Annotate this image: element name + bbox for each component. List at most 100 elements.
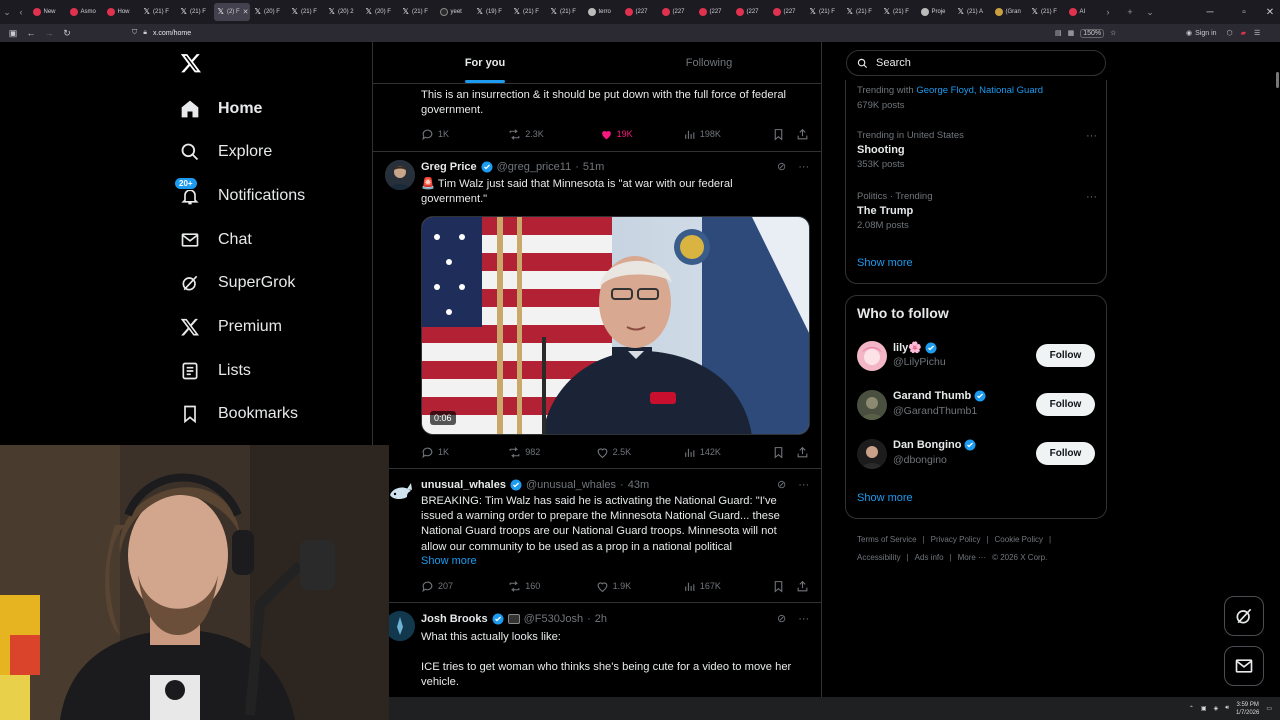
sidebar-item-premium[interactable]: Premium bbox=[178, 312, 282, 342]
follow-suggestion[interactable]: Garand Thumb @GarandThumb1 Follow bbox=[857, 388, 1097, 422]
avatar[interactable] bbox=[385, 477, 415, 507]
author-handle[interactable]: @F530Josh bbox=[524, 613, 583, 625]
browser-tab[interactable]: 𝕏 (21) F bbox=[1028, 3, 1064, 21]
more-options-icon[interactable]: ··· bbox=[798, 161, 809, 173]
trend-more-options-icon[interactable]: ··· bbox=[1086, 130, 1097, 142]
search-input[interactable]: Search bbox=[846, 50, 1106, 76]
trend-item[interactable]: Politics · Trending The Trump 2.08M post… bbox=[857, 191, 1097, 235]
tray-chevron-icon[interactable]: ⌃ bbox=[1189, 705, 1194, 712]
clock[interactable]: 3:59 PM 1/7/2026 bbox=[1236, 701, 1259, 717]
sidebar-item-chat[interactable]: Chat bbox=[178, 225, 252, 255]
post-time[interactable]: 2h bbox=[595, 613, 607, 625]
more-link[interactable]: More ··· bbox=[958, 553, 986, 562]
browser-tab[interactable]: 𝕏 (20) 2 bbox=[325, 3, 361, 21]
browser-tab[interactable]: 𝕏 (21) F bbox=[177, 3, 213, 21]
browser-tab[interactable]: Asmo bbox=[66, 3, 102, 21]
avatar[interactable] bbox=[857, 439, 887, 469]
browser-tab[interactable]: 𝕏 (21) F bbox=[880, 3, 916, 21]
url-text[interactable]: x.com/home bbox=[153, 30, 191, 37]
browser-tab[interactable]: (227 bbox=[769, 3, 805, 21]
repost-button[interactable]: 160 bbox=[508, 580, 595, 593]
post-time[interactable]: 51m bbox=[583, 161, 604, 173]
tab-following[interactable]: Following bbox=[597, 42, 821, 83]
share-button[interactable] bbox=[796, 446, 809, 459]
grok-icon[interactable]: ⊘ bbox=[777, 478, 786, 491]
reply-button[interactable]: 1K bbox=[421, 128, 508, 141]
post-author[interactable]: Greg Price @greg_price11 · 51m bbox=[421, 160, 604, 174]
grok-icon[interactable]: ⊘ bbox=[777, 612, 786, 625]
show-more-link[interactable]: Show more bbox=[421, 555, 477, 567]
browser-tab[interactable]: How bbox=[103, 3, 139, 21]
minimize-window-icon[interactable]: ─ bbox=[1196, 0, 1224, 24]
extensions-icon[interactable]: ⬡ bbox=[1227, 29, 1233, 37]
more-options-icon[interactable]: ··· bbox=[798, 479, 809, 491]
video-player[interactable]: 0:06 bbox=[421, 216, 810, 435]
cookie-link[interactable]: Cookie Policy bbox=[995, 535, 1043, 544]
ads-info-link[interactable]: Ads info bbox=[915, 553, 944, 562]
browser-tab[interactable]: 𝕏 (21) A bbox=[954, 3, 990, 21]
lock-icon[interactable]: 🔒︎ bbox=[143, 29, 147, 37]
sidebar-item-explore[interactable]: Explore bbox=[178, 137, 272, 167]
trends-show-more-link[interactable]: Show more bbox=[857, 257, 913, 269]
url-bar[interactable]: ⛉ 🔒︎ x.com/home bbox=[132, 27, 1124, 39]
sidebar-item-notifications[interactable]: 20+ Notifications bbox=[174, 177, 305, 211]
browser-tab[interactable]: 𝕏 (21) F bbox=[399, 3, 435, 21]
browser-tab[interactable]: (227 bbox=[695, 3, 731, 21]
sidebar-item-bookmarks[interactable]: Bookmarks bbox=[178, 399, 298, 429]
views-button[interactable]: 142K bbox=[683, 446, 772, 459]
like-button[interactable]: 2.5K bbox=[596, 446, 683, 459]
trend-item[interactable]: Trending in United States Shooting 353K … bbox=[857, 130, 1097, 174]
zoom-level[interactable]: 150% bbox=[1080, 28, 1105, 38]
network-icon[interactable]: ◈ bbox=[1214, 705, 1219, 712]
privacy-link[interactable]: Privacy Policy bbox=[931, 535, 981, 544]
accessibility-link[interactable]: Accessibility bbox=[857, 553, 901, 562]
back-icon[interactable]: ← bbox=[22, 24, 40, 42]
bookmark-button[interactable] bbox=[772, 128, 796, 141]
browser-tab[interactable]: yeet bbox=[436, 3, 472, 21]
author-handle[interactable]: @unusual_whales bbox=[526, 479, 616, 491]
star-bookmark-icon[interactable]: ☆ bbox=[1110, 29, 1116, 37]
browser-tab[interactable]: terro bbox=[584, 3, 620, 21]
sidebar-item-lists[interactable]: Lists bbox=[178, 356, 251, 386]
browser-tab[interactable]: (227 bbox=[732, 3, 768, 21]
browser-tab[interactable]: 𝕏 (21) F bbox=[806, 3, 842, 21]
sidebar-item-supergrok[interactable]: SuperGrok bbox=[178, 268, 295, 298]
browser-tab[interactable]: Proje bbox=[917, 3, 953, 21]
tab-for-you[interactable]: For you bbox=[373, 42, 597, 83]
avatar[interactable] bbox=[385, 160, 415, 190]
post-author[interactable]: unusual_whales @unusual_whales · 43m bbox=[421, 478, 649, 492]
more-options-icon[interactable]: ··· bbox=[798, 613, 809, 625]
forward-icon[interactable]: → bbox=[40, 24, 58, 42]
follow-button[interactable]: Follow bbox=[1036, 344, 1095, 367]
extension-badge-icon[interactable]: ▰ bbox=[1241, 29, 1246, 37]
bookmark-button[interactable] bbox=[772, 446, 796, 459]
reply-button[interactable]: 207 bbox=[421, 580, 508, 593]
close-window-icon[interactable]: ✕ bbox=[1256, 0, 1280, 24]
author-handle[interactable]: @greg_price11 bbox=[497, 161, 572, 173]
post-time[interactable]: 43m bbox=[628, 479, 649, 491]
tab-scroll-right-icon[interactable]: › bbox=[1101, 0, 1115, 24]
account-icon[interactable]: ◉ bbox=[1186, 29, 1192, 37]
post-author[interactable]: Josh Brooks @F530Josh · 2h bbox=[421, 612, 607, 626]
browser-tab[interactable]: 𝕏 (21) F bbox=[140, 3, 176, 21]
views-button[interactable]: 198K bbox=[683, 128, 772, 141]
browser-tab[interactable]: 𝕏 (21) F bbox=[843, 3, 879, 21]
messages-fab[interactable] bbox=[1224, 646, 1264, 686]
browser-tab[interactable]: 𝕏 (19) F bbox=[473, 3, 509, 21]
like-button[interactable]: 19K bbox=[600, 128, 683, 141]
reader-view-icon[interactable]: ▤ bbox=[1055, 29, 1062, 37]
browser-tab[interactable]: AI bbox=[1065, 3, 1101, 21]
screenshot-icon[interactable]: ▦ bbox=[1068, 29, 1075, 37]
follow-show-more-link[interactable]: Show more bbox=[857, 492, 913, 504]
author-name[interactable]: unusual_whales bbox=[421, 479, 506, 491]
sidebar-toggle-icon[interactable]: ▣ bbox=[4, 24, 22, 42]
reply-button[interactable]: 1K bbox=[421, 446, 508, 459]
trend-more-options-icon[interactable]: ··· bbox=[1086, 191, 1097, 203]
x-logo[interactable] bbox=[178, 52, 204, 78]
shield-icon[interactable]: ⛉ bbox=[132, 29, 137, 37]
volume-icon[interactable]: 🔊︎ bbox=[1225, 705, 1229, 712]
share-button[interactable] bbox=[796, 580, 809, 593]
follow-suggestion[interactable]: Dan Bongino @dbongino Follow bbox=[857, 437, 1097, 471]
trend-related-links[interactable]: George Floyd, National Guard bbox=[916, 85, 1043, 96]
browser-tab[interactable]: New bbox=[29, 3, 65, 21]
